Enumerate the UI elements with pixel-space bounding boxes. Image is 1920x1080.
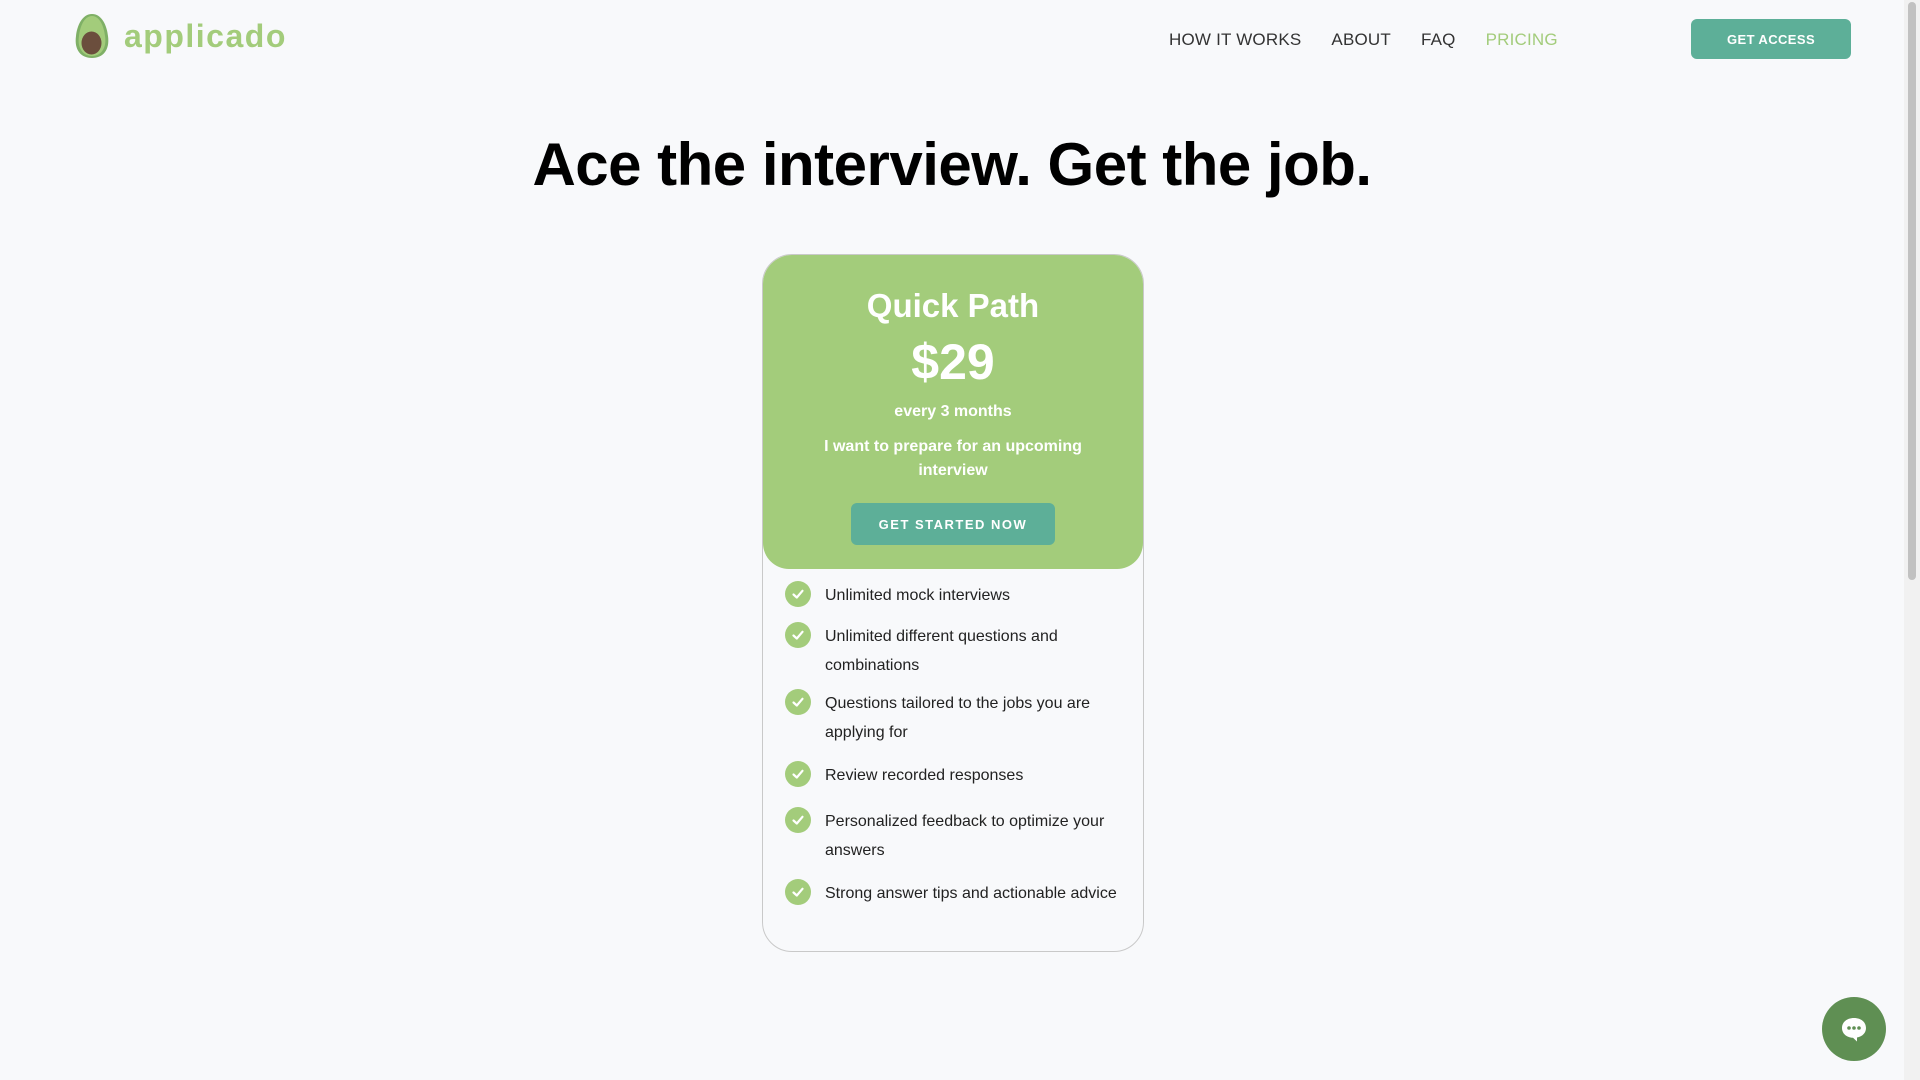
- nav-about[interactable]: ABOUT: [1331, 30, 1391, 50]
- feature-item: Unlimited different questions and combin…: [785, 622, 1121, 680]
- feature-item: Personalized feedback to optimize your a…: [785, 807, 1121, 865]
- plan-period: every 3 months: [894, 403, 1012, 420]
- pricing-card-header: Quick Path $29 every 3 months I want to …: [763, 255, 1143, 569]
- feature-text: Questions tailored to the jobs you are a…: [825, 695, 1091, 741]
- check-circle-icon: [785, 689, 811, 715]
- check-circle-icon: [785, 581, 811, 607]
- feature-item: Questions tailored to the jobs you are a…: [785, 689, 1121, 747]
- plan-description: I want to prepare for an upcoming interv…: [824, 438, 1082, 479]
- check-circle-icon: [785, 807, 811, 833]
- get-access-button[interactable]: GET ACCESS: [1691, 19, 1851, 59]
- logo[interactable]: applicado: [74, 12, 287, 60]
- nav-pricing[interactable]: PRICING: [1486, 30, 1558, 50]
- pricing-card: Quick Path $29 every 3 months I want to …: [762, 254, 1144, 952]
- check-circle-icon: [785, 622, 811, 648]
- scrollbar-thumb[interactable]: [1908, 2, 1916, 580]
- get-started-button[interactable]: GET STARTED NOW: [851, 503, 1055, 545]
- feature-text: Unlimited mock interviews: [825, 587, 1010, 604]
- feature-item: Strong answer tips and actionable advice: [785, 879, 1121, 908]
- page-title: Ace the interview. Get the job.: [532, 131, 1372, 198]
- site-header: applicado HOW IT WORKS ABOUT FAQ PRICING…: [0, 0, 1904, 80]
- feature-text: Review recorded responses: [825, 767, 1024, 784]
- feature-text: Strong answer tips and actionable advice: [825, 885, 1117, 902]
- feature-item: Review recorded responses: [785, 761, 1121, 790]
- chat-icon: [1842, 1018, 1866, 1042]
- nav-how-it-works[interactable]: HOW IT WORKS: [1169, 30, 1301, 50]
- scrollbar[interactable]: [1904, 0, 1920, 1080]
- check-circle-icon: [785, 761, 811, 787]
- logo-text: applicado: [124, 17, 287, 54]
- main-nav: HOW IT WORKS ABOUT FAQ PRICING: [1169, 30, 1588, 50]
- feature-text: Unlimited different questions and combin…: [825, 628, 1058, 674]
- feature-text: Personalized feedback to optimize your a…: [825, 813, 1105, 859]
- feature-list: Unlimited mock interviews Unlimited diff…: [763, 569, 1143, 908]
- avocado-icon: [75, 14, 109, 58]
- check-circle-icon: [785, 879, 811, 905]
- plan-price: $29: [911, 334, 995, 390]
- feature-item: Unlimited mock interviews: [785, 581, 1121, 610]
- nav-faq[interactable]: FAQ: [1421, 30, 1456, 50]
- chat-button[interactable]: [1822, 997, 1886, 1061]
- plan-name: Quick Path: [866, 287, 1040, 324]
